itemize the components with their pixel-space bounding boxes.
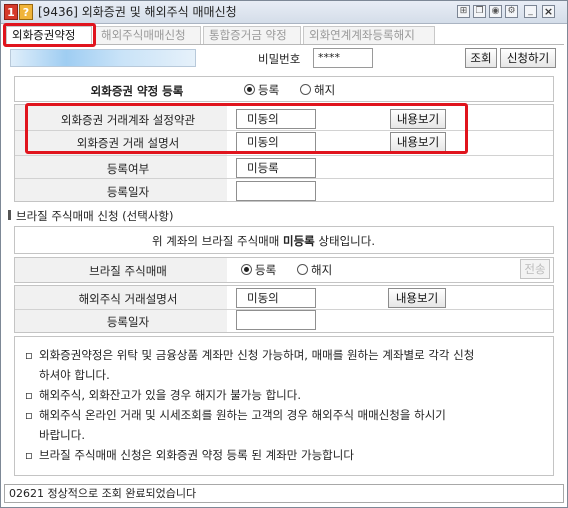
brazil-trade-label: 브라질 주식매매 (89, 264, 167, 278)
brazil-status-value: 미등록 (283, 234, 315, 248)
tab-highlight (3, 23, 96, 47)
status-bar: 02621 정상적으로 조회 완료되었습니다 (4, 484, 564, 503)
overseas-manual-status: 미동의 (236, 288, 316, 308)
brazil-section-title: 브라질 주식매매 신청 (선택사항) (16, 209, 174, 223)
brazil-cancel-label: 해지 (311, 263, 333, 277)
notes-panel: ▫ 외화증권약정은 위탁 및 금융상품 계좌만 신청 가능하며, 매매를 원하는… (14, 336, 554, 476)
note-item: ▫ 외화증권약정은 위탁 및 금융상품 계좌만 신청 가능하며, 매매를 원하는… (25, 348, 475, 382)
registered-label: 등록여부 (106, 162, 150, 176)
brazil-cancel-radio[interactable] (297, 264, 308, 275)
password-field[interactable]: **** (313, 48, 373, 68)
note-item: ▫ 해외주식 온라인 거래 및 시세조회를 원하는 고객의 경우 해외주식 매매… (25, 408, 446, 442)
agreement-title: 외화증권 약정 등록 (90, 84, 184, 98)
brazil-status-message: 위 계좌의 브라질 주식매매 미등록 상태입니다. (152, 234, 375, 248)
brazil-register-radio[interactable] (241, 264, 252, 275)
copy-window-icon[interactable]: ❐ (473, 5, 486, 18)
brazil-reg-date-field (236, 310, 316, 330)
note-item: ▫ 브라질 주식매매 신청은 외화증권 약정 등록 된 계좌만 가능합니다 (25, 448, 354, 462)
agreement-register-radio[interactable] (244, 84, 255, 95)
agreement-cancel-label: 해지 (314, 83, 336, 97)
brazil-register-label: 등록 (255, 263, 277, 277)
reg-date-label: 등록일자 (106, 185, 150, 199)
camera-icon[interactable]: ◉ (489, 5, 502, 18)
reg-date-field (236, 181, 316, 201)
tab-integrated-margin[interactable]: 통합증거금 약정 (203, 26, 301, 44)
section-marker (8, 210, 11, 220)
close-icon[interactable]: × (542, 5, 555, 18)
note-item: ▫ 해외주식, 외화잔고가 있을 경우 해지가 불가능 합니다. (25, 388, 302, 402)
help-icon[interactable]: ? (19, 4, 33, 20)
query-button[interactable]: 조회 (465, 48, 497, 68)
pin-icon[interactable]: ⊞ (457, 5, 470, 18)
tab-fx-linked-account[interactable]: 외화연계계좌등록해지 (303, 26, 435, 44)
tab-overseas-stock-trading[interactable]: 해외주식매매신청 (95, 26, 201, 44)
apply-button[interactable]: 신청하기 (500, 48, 556, 68)
window-number-badge: 1 (4, 4, 18, 20)
account-selector[interactable] (10, 49, 196, 67)
settings-icon[interactable]: ⚙ (505, 5, 518, 18)
send-button[interactable]: 전송 (520, 259, 550, 279)
agreement-highlight (25, 103, 468, 154)
window-title: [9436] 외화증권 및 해외주식 매매신청 (38, 5, 237, 19)
overseas-manual-view-button[interactable]: 내용보기 (388, 288, 446, 308)
minimize-icon[interactable]: _ (524, 5, 537, 18)
brazil-reg-date-label: 등록일자 (106, 315, 150, 329)
agreement-cancel-radio[interactable] (300, 84, 311, 95)
agreement-register-label: 등록 (258, 83, 280, 97)
registered-status: 미등록 (236, 158, 316, 178)
password-label: 비밀번호 (258, 52, 301, 66)
overseas-manual-label: 해외주식 거래설명서 (78, 292, 178, 306)
